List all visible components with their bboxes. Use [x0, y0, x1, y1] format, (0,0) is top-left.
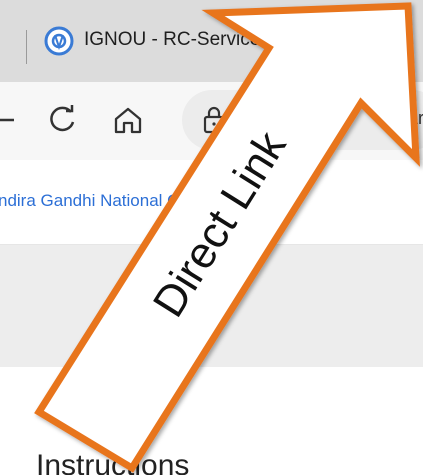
tab-separator [26, 30, 27, 64]
browser-toolbar: ar [0, 82, 423, 160]
address-bar[interactable]: ar [182, 90, 423, 150]
site-header-bar: ndira Gandhi National Open University [0, 160, 423, 245]
back-arrow-icon[interactable] [0, 102, 30, 138]
instructions-heading: Instructions [36, 449, 190, 475]
tab-title: IGNOU - RC-Services [84, 29, 270, 50]
ignou-favicon-icon [44, 26, 74, 56]
tab-strip: IGNOU - RC-Services [0, 0, 423, 82]
grey-banner [0, 245, 423, 367]
lock-icon [196, 102, 232, 138]
tab-ignou-rc-services[interactable]: IGNOU - RC-Services [36, 16, 366, 82]
home-icon[interactable] [110, 102, 146, 138]
address-text: ar [407, 108, 423, 128]
reload-icon[interactable] [44, 102, 80, 138]
university-name-link[interactable]: ndira Gandhi National Open University [0, 191, 288, 211]
screenshot-page: IGNOU - RC-Services ar ndira Gandhi Nati… [0, 0, 423, 475]
